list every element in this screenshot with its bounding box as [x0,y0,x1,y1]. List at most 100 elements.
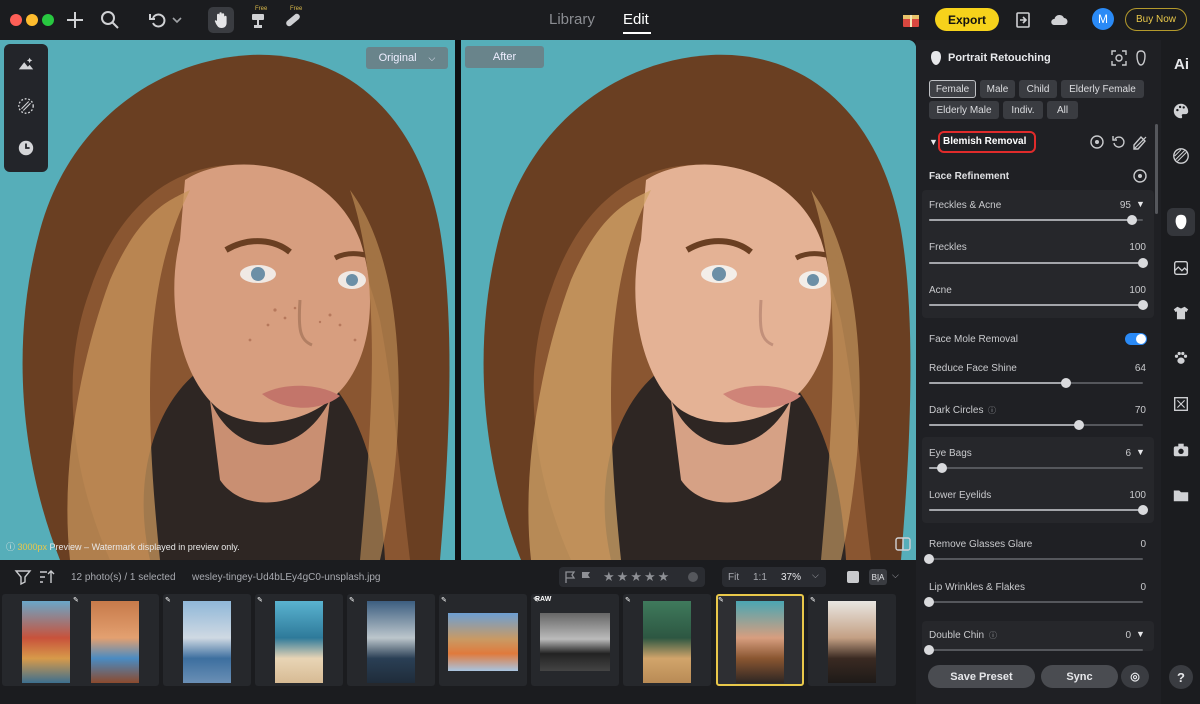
slider-knob[interactable] [937,463,947,473]
hand-tool-icon[interactable] [208,7,234,33]
face-icon[interactable] [1171,212,1191,232]
color-label-dot[interactable] [688,572,698,582]
avatar[interactable]: M [1092,8,1114,30]
reject-flag-icon[interactable] [579,569,593,585]
filter-icon[interactable] [14,568,32,586]
slider-knob[interactable] [924,554,934,564]
slider-track[interactable] [929,649,1143,651]
chevron-down-icon[interactable]: ⌵ [812,570,819,581]
slider-track[interactable] [929,558,1143,560]
minimize-window-button[interactable] [26,14,38,26]
tab-edit[interactable]: Edit [623,11,649,28]
slider-value[interactable]: 100 [1116,285,1146,296]
dropdown-triangle-icon[interactable]: ▼ [1136,447,1145,457]
dropdown-triangle-icon[interactable]: ▼ [1136,629,1145,639]
export-button[interactable]: Export [935,8,999,31]
folder-icon[interactable] [1171,485,1191,505]
fit-button[interactable]: Fit [728,572,739,583]
collapse-triangle-icon[interactable]: ▼ [929,137,938,147]
slider-track[interactable] [929,601,1143,603]
original-photo[interactable] [0,40,455,560]
split-view-icon[interactable] [894,535,912,553]
slider-value[interactable]: 0 [1116,582,1146,593]
save-preset-button[interactable]: Save Preset [928,665,1035,688]
close-window-button[interactable] [10,14,22,26]
buy-now-button[interactable]: Buy Now [1125,8,1187,31]
texture-icon[interactable] [1171,146,1191,166]
original-dropdown[interactable]: Original ⌵ [366,47,448,69]
slider-value[interactable]: 0 [1116,539,1146,550]
slider-knob[interactable] [1074,420,1084,430]
slider-value[interactable]: 100 [1116,490,1146,501]
ai-module-label[interactable]: Ai [1174,56,1189,73]
reset-icon[interactable] [1110,133,1128,151]
help-button[interactable]: ? [1169,665,1193,689]
info-icon[interactable]: ⓘ [989,630,997,641]
clothing-icon[interactable] [1171,303,1191,323]
tag-male[interactable]: Male [980,80,1015,98]
sync-settings-icon[interactable]: ◎ [1121,665,1149,688]
gift-icon[interactable] [899,8,923,32]
single-view-icon[interactable] [847,571,859,583]
tag-child[interactable]: Child [1019,80,1057,98]
dropdown-triangle-icon[interactable]: ▼ [1136,199,1145,209]
slider-value[interactable]: 64 [1116,363,1146,374]
slider-value[interactable]: 0 [1101,630,1131,641]
star-icon[interactable]: ★ [603,569,615,585]
after-photo[interactable] [461,40,916,560]
palette-icon[interactable] [1171,101,1191,121]
star-rating[interactable]: ★ ★ ★ ★ ★ [603,569,669,585]
before-after-toggle[interactable]: B|A [869,569,887,585]
slider-knob[interactable] [1061,378,1071,388]
import-icon[interactable] [1011,8,1035,32]
crop-icon[interactable] [1171,394,1191,414]
star-icon[interactable]: ★ [630,569,642,585]
slider-knob[interactable] [1138,505,1148,515]
slider-knob[interactable] [924,597,934,607]
star-icon[interactable]: ★ [644,569,656,585]
eye-icon[interactable] [1088,133,1106,151]
slider-value[interactable]: 70 [1116,405,1146,416]
tag-all[interactable]: All [1047,101,1078,119]
star-icon[interactable]: ★ [658,569,670,585]
chevron-down-icon[interactable]: ⌵ [892,570,899,581]
face-swap-icon[interactable] [1132,49,1150,67]
zoom-window-button[interactable] [42,14,54,26]
tag-individual[interactable]: Indiv. [1003,101,1043,119]
info-icon[interactable]: ⓘ [988,405,996,416]
chevron-down-icon[interactable] [170,8,184,32]
slider-knob[interactable] [1138,258,1148,268]
section-title[interactable]: Blemish Removal [943,136,1026,147]
slider-knob[interactable] [1127,215,1137,225]
slider-track[interactable] [929,467,1143,469]
search-icon[interactable] [98,8,122,32]
history-clock-icon[interactable] [16,138,36,158]
sync-button[interactable]: Sync [1041,665,1118,688]
background-icon[interactable] [1171,258,1191,278]
tag-elderly-male[interactable]: Elderly Male [929,101,999,119]
tag-elderly-female[interactable]: Elderly Female [1061,80,1144,98]
add-icon[interactable] [63,8,87,32]
zoom-level[interactable]: 37% [781,572,801,583]
slider-knob[interactable] [1138,300,1148,310]
flag-icon[interactable] [563,569,577,585]
paw-icon[interactable] [1171,348,1191,368]
eye-icon[interactable] [1131,167,1149,185]
tag-female[interactable]: Female [929,80,976,98]
texture-icon[interactable] [16,96,36,116]
camera-icon[interactable] [1171,440,1191,460]
bandage-tool-icon[interactable] [281,8,305,32]
mole-removal-toggle[interactable] [1125,333,1147,345]
one-to-one-button[interactable]: 1:1 [753,572,767,583]
landscape-edit-icon[interactable] [16,54,36,74]
face-detect-icon[interactable] [1110,49,1128,67]
stamp-tool-icon[interactable] [246,8,270,32]
star-icon[interactable]: ★ [617,569,629,585]
tab-library[interactable]: Library [549,11,595,28]
panel-scrollbar[interactable] [1155,124,1158,214]
sort-icon[interactable] [38,568,56,586]
slider-value[interactable]: 95 [1101,200,1131,211]
eraser-icon[interactable] [1131,133,1149,151]
slider-value[interactable]: 6 [1101,448,1131,459]
slider-knob[interactable] [924,645,934,655]
